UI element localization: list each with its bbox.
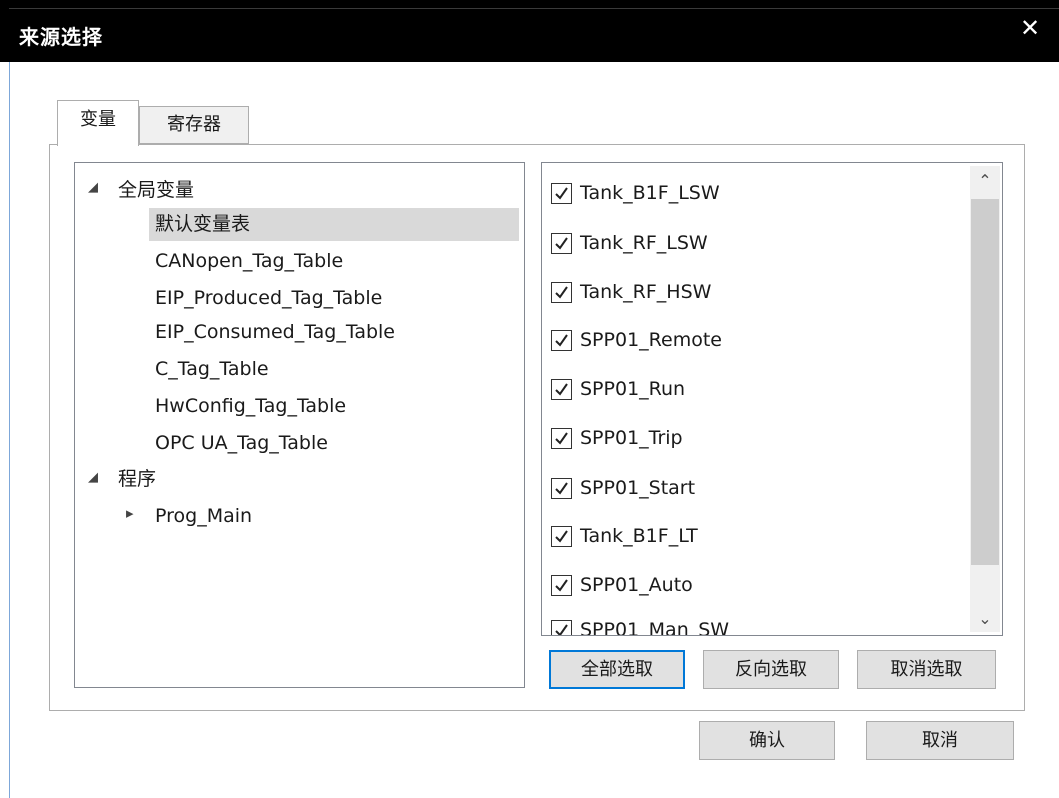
checkmark-icon [555,578,568,592]
checkmark-icon [555,529,568,543]
checkbox[interactable] [551,427,572,449]
tree-node-canopen-table[interactable]: CANopen_Tag_Table [155,246,343,278]
tree-node-c-table[interactable]: C_Tag_Table [155,354,269,386]
checkmark-icon [555,333,568,347]
scrollbar-thumb[interactable] [971,199,999,565]
expanded-triangle-icon[interactable]: ◢ [88,180,98,195]
list-item-label: SPP01_Remote [580,329,722,351]
checkmark-icon [555,186,568,200]
list-item-label: SPP01_Man_SW [580,619,730,635]
tab-variables[interactable]: 变量 [57,100,139,146]
list-item-label: Tank_B1F_LT [580,525,698,547]
tree-node-hwconfig-table[interactable]: HwConfig_Tag_Table [155,391,346,423]
list-item[interactable]: SPP01_Auto [551,569,693,601]
collapsed-triangle-icon[interactable]: ▸ [126,504,134,522]
checkbox[interactable] [551,329,572,351]
list-item[interactable]: Tank_RF_HSW [551,276,711,308]
title-bar-top-border [9,8,1059,9]
checkmark-icon [555,285,568,299]
checkbox[interactable] [551,281,572,303]
list-item[interactable]: SPP01_Trip [551,422,683,454]
tree-node-global-variables[interactable]: 全局变量 [118,175,194,207]
scroll-up-icon[interactable]: ⌃ [970,166,1000,196]
list-item-partial[interactable]: SPP01_Man_SW [551,614,966,635]
checkbox[interactable] [551,477,572,499]
checkbox[interactable] [551,574,572,596]
window-title: 来源选择 [19,25,103,49]
tree-node-prog-main[interactable]: Prog_Main [155,501,252,533]
tree-node-eip-consumed-table[interactable]: EIP_Consumed_Tag_Table [155,317,395,349]
checkmark-icon [555,236,568,250]
scroll-down-icon[interactable]: ⌄ [970,604,1000,634]
tree-node-opcua-table[interactable]: OPC UA_Tag_Table [155,428,328,460]
checkbox[interactable] [551,378,572,400]
close-button[interactable]: ✕ [1010,8,1050,48]
tree-node-eip-produced-table[interactable]: EIP_Produced_Tag_Table [155,283,382,315]
checkmark-icon [555,431,568,445]
list-item[interactable]: Tank_B1F_LT [551,520,698,552]
list-item-label: Tank_RF_LSW [580,232,708,254]
list-item-label: SPP01_Trip [580,427,683,449]
list-item[interactable]: SPP01_Run [551,373,685,405]
list-item-label: SPP01_Auto [580,574,693,596]
invert-selection-button[interactable]: 反向选取 [703,650,839,689]
list-item-label: SPP01_Start [580,477,696,499]
tree-node-default-table[interactable]: 默认变量表 [155,209,250,241]
list-item-label: Tank_B1F_LSW [580,182,720,204]
list-item[interactable]: Tank_RF_LSW [551,227,708,259]
list-item[interactable]: Tank_B1F_LSW [551,177,720,209]
title-bar [0,0,1059,62]
checkbox[interactable] [551,525,572,547]
checkbox[interactable] [551,619,572,635]
select-all-button[interactable]: 全部选取 [549,650,685,689]
cancel-button[interactable]: 取消 [866,721,1014,760]
checkmark-icon [555,481,568,495]
tab-registers[interactable]: 寄存器 [139,106,249,144]
list-item[interactable]: SPP01_Remote [551,324,722,356]
checkmark-icon [555,623,568,635]
window-left-edge [9,62,10,798]
checkmark-icon [555,382,568,396]
checkbox[interactable] [551,232,572,254]
expanded-triangle-icon[interactable]: ◢ [88,470,98,485]
ok-button[interactable]: 确认 [699,721,835,760]
list-item-label: SPP01_Run [580,378,686,400]
deselect-all-button[interactable]: 取消选取 [857,650,996,689]
list-item[interactable]: SPP01_Start [551,472,695,504]
tree-node-programs[interactable]: 程序 [118,464,156,496]
list-item-label: Tank_RF_HSW [580,281,712,303]
checkbox[interactable] [551,182,572,204]
